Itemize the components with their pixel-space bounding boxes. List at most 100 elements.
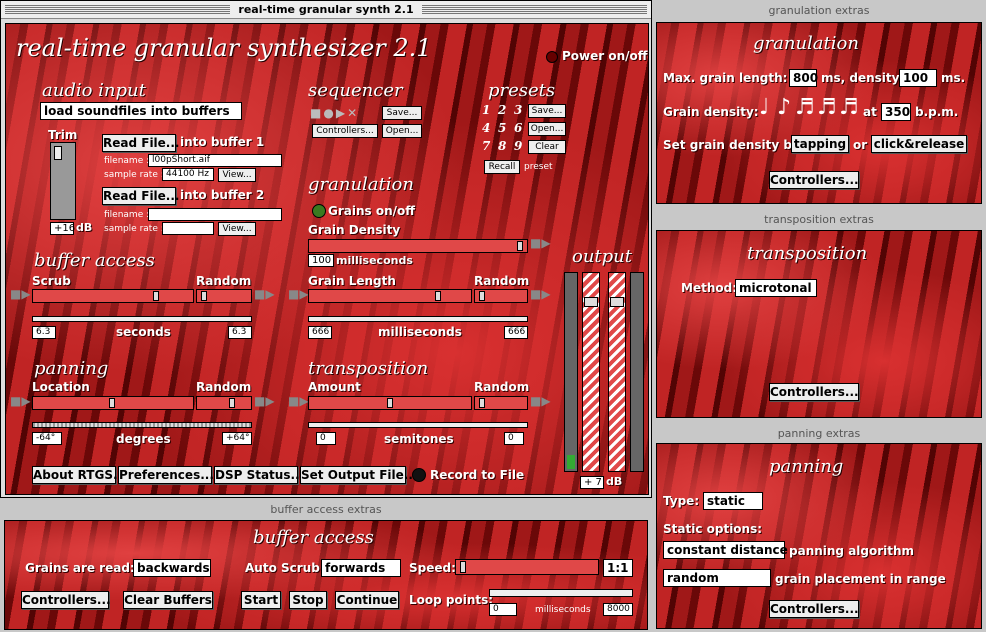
eighth-note-icon[interactable]: ♪ xyxy=(777,97,791,119)
gran-extras-controllers-button[interactable]: Controllers... xyxy=(769,171,859,189)
start-button[interactable]: Start xyxy=(241,591,281,609)
grain-length-max[interactable]: 666 xyxy=(504,326,528,339)
preset-clear-button[interactable]: Clear xyxy=(528,140,566,154)
grain-density-controls-icon[interactable]: ■▶ xyxy=(530,236,551,250)
location-slider[interactable] xyxy=(32,396,194,410)
transposition-min[interactable]: 0 xyxy=(316,432,336,445)
transposition-range[interactable] xyxy=(308,422,528,428)
scrub-max[interactable]: 6.3 xyxy=(228,326,252,339)
clear-buffers-button[interactable]: Clear Buffers xyxy=(123,591,213,609)
preset-1[interactable]: 1 xyxy=(482,103,490,117)
scrub-slider[interactable] xyxy=(32,289,194,303)
grains-read-field[interactable]: backwards xyxy=(133,559,211,577)
trim-fader-knob[interactable] xyxy=(54,146,62,160)
algorithm-field[interactable]: constant distance xyxy=(663,541,788,559)
audio-input-dropdown[interactable]: load soundfiles into buffers xyxy=(40,102,242,120)
preset-8[interactable]: 8 xyxy=(498,139,506,153)
continue-button[interactable]: Continue xyxy=(335,591,399,609)
scrub-random-slider[interactable] xyxy=(196,289,252,303)
transposition-max[interactable]: 0 xyxy=(504,432,524,445)
panning-range[interactable] xyxy=(32,422,252,428)
speed-slider[interactable] xyxy=(455,559,599,575)
close-icon[interactable]: ✕ xyxy=(347,106,359,120)
preferences-button[interactable]: Preferences... xyxy=(118,466,214,484)
loop-range[interactable] xyxy=(489,589,633,597)
preset-recall-button[interactable]: Recall xyxy=(484,160,520,174)
panning-random-slider[interactable] xyxy=(196,396,252,410)
placement-field[interactable]: random xyxy=(663,569,771,587)
play-icon[interactable]: ▶ xyxy=(336,106,347,120)
output-value[interactable]: + 7 xyxy=(580,476,604,489)
scrub-range[interactable] xyxy=(32,316,252,322)
panning-max[interactable]: +64° xyxy=(222,432,252,445)
method-field[interactable]: microtonal xyxy=(735,279,817,297)
preset-save-button[interactable]: Save... xyxy=(528,104,566,118)
trim-fader[interactable] xyxy=(50,142,76,220)
dsp-status-button[interactable]: DSP Status... xyxy=(214,466,304,484)
view-1-button[interactable]: View... xyxy=(218,168,256,182)
grain-density-value[interactable]: 100 xyxy=(308,254,334,267)
preset-9[interactable]: 9 xyxy=(514,139,522,153)
output-fader-right[interactable] xyxy=(608,272,626,472)
grain-length-random-controls-icon[interactable]: ■▶ xyxy=(530,287,551,301)
panning-random-controls-icon[interactable]: ■▶ xyxy=(254,394,275,408)
preset-6[interactable]: 6 xyxy=(514,121,522,135)
amount-controls-icon[interactable]: ■▶ xyxy=(288,394,309,408)
output-fader-left[interactable] xyxy=(582,272,600,472)
grain-length-range[interactable] xyxy=(308,316,528,322)
preset-7[interactable]: 7 xyxy=(482,139,490,153)
grain-length-random-slider[interactable] xyxy=(474,289,528,303)
record-led[interactable] xyxy=(412,468,426,482)
scrub-controls-icon[interactable]: ■▶ xyxy=(10,287,31,301)
buf-extras-controllers-button[interactable]: Controllers... xyxy=(21,591,111,609)
bpm-field[interactable]: 350 xyxy=(881,103,911,121)
record-icon[interactable]: ● xyxy=(323,106,335,120)
preset-2[interactable]: 2 xyxy=(498,103,506,117)
scrub-random-controls-icon[interactable]: ■▶ xyxy=(254,287,275,301)
pan-extras-controllers-button[interactable]: Controllers... xyxy=(769,600,859,618)
view-2-button[interactable]: View... xyxy=(218,222,256,236)
loop-min[interactable]: 0 xyxy=(489,603,517,616)
sample-rate-2-field[interactable] xyxy=(162,222,214,235)
preset-open-button[interactable]: Open... xyxy=(528,122,566,136)
preset-3[interactable]: 3 xyxy=(514,103,522,117)
auto-scrub-field[interactable]: forwards xyxy=(321,559,401,577)
sequencer-open-button[interactable]: Open... xyxy=(382,124,422,138)
scrub-min[interactable]: 6.3 xyxy=(32,326,56,339)
sequencer-controllers-button[interactable]: Controllers... xyxy=(312,124,378,138)
density-field[interactable]: 100 xyxy=(899,69,937,87)
transposition-random-slider[interactable] xyxy=(474,396,528,410)
max-grain-length-field[interactable]: 800 xyxy=(789,69,818,87)
title-bar[interactable]: real-time granular synth 2.1 xyxy=(1,1,651,19)
about-button[interactable]: About RTGS... xyxy=(32,466,127,484)
trans-extras-controllers-button[interactable]: Controllers... xyxy=(769,383,859,401)
transposition-random-controls-icon[interactable]: ■▶ xyxy=(530,394,551,408)
grains-led[interactable] xyxy=(312,204,326,218)
sample-rate-1-field[interactable]: 44100 Hz xyxy=(162,168,214,181)
loop-max[interactable]: 8000 xyxy=(603,603,633,616)
grain-length-controls-icon[interactable]: ■▶ xyxy=(288,287,309,301)
stop-button[interactable]: Stop xyxy=(289,591,327,609)
filename-1-field[interactable]: l00pShort.aif xyxy=(148,154,282,167)
power-led[interactable] xyxy=(546,51,558,63)
click-release-button[interactable]: click&release xyxy=(871,135,967,153)
sixteenth-note-icon[interactable]: ♬ xyxy=(795,97,815,119)
amount-slider[interactable] xyxy=(308,396,472,410)
speed-field[interactable]: 1:1 xyxy=(603,559,633,577)
read-file-1-button[interactable]: Read File... xyxy=(102,134,179,152)
trim-value[interactable]: +16 xyxy=(50,222,75,235)
sequencer-save-button[interactable]: Save... xyxy=(382,106,422,120)
set-output-file-button[interactable]: Set Output File... xyxy=(300,466,417,484)
grain-density-slider[interactable] xyxy=(308,239,528,253)
preset-5[interactable]: 5 xyxy=(498,121,506,135)
quarter-note-icon[interactable]: ♩ xyxy=(759,97,769,119)
tapping-button[interactable]: tapping xyxy=(791,135,849,153)
grain-length-min[interactable]: 666 xyxy=(308,326,332,339)
read-file-2-button[interactable]: Read File... xyxy=(102,187,179,205)
preset-4[interactable]: 4 xyxy=(482,121,490,135)
filename-2-field[interactable] xyxy=(148,208,282,221)
grain-length-slider[interactable] xyxy=(308,289,472,303)
panning-min[interactable]: -64° xyxy=(32,432,62,445)
location-controls-icon[interactable]: ■▶ xyxy=(10,394,31,408)
stop-icon[interactable]: ■ xyxy=(310,106,323,120)
